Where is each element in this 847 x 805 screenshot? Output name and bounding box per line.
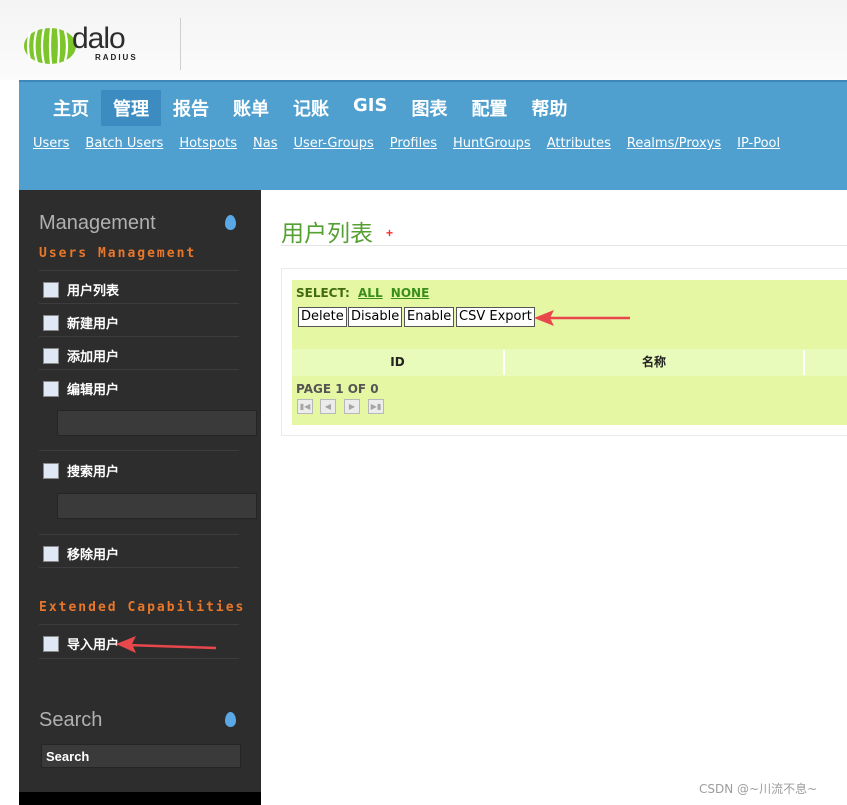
column-header-id[interactable]: ID — [292, 349, 503, 376]
top-menu-item-management[interactable]: 管理 — [101, 90, 161, 126]
submenu-profiles[interactable]: Profiles — [390, 136, 437, 151]
add-user-icon — [43, 314, 59, 331]
page-title: 用户列表 — [281, 221, 373, 247]
top-menu-item-config[interactable]: 配置 — [459, 90, 519, 126]
submenu-users[interactable]: Users — [33, 136, 69, 151]
top-menu-item-reports[interactable]: 报告 — [161, 90, 221, 126]
top-menu-item-billing[interactable]: 账单 — [221, 90, 281, 126]
import-users-icon — [43, 635, 59, 652]
divider — [39, 450, 239, 451]
sidebar-item-import-users[interactable]: 导入用户 — [43, 634, 119, 653]
search-section-title: Search — [39, 709, 103, 731]
add-icon[interactable]: + — [386, 226, 393, 240]
column-divider — [803, 350, 805, 375]
top-menu: 主页 管理 报告 账单 记账 GIS 图表 配置 帮助 — [41, 90, 579, 126]
submenu-batch-users[interactable]: Batch Users — [85, 136, 163, 151]
header: dalo RADIUS — [0, 0, 847, 80]
water-drop-icon — [225, 215, 236, 230]
watermark: CSDN @~川流不息~ — [699, 782, 818, 796]
submenu-hotspots[interactable]: Hotspots — [179, 136, 237, 151]
title-divider — [281, 245, 847, 246]
submenu-realms-proxys[interactable]: Realms/Proxys — [627, 136, 721, 151]
csv-export-button[interactable]: CSV Export — [456, 307, 535, 327]
sidebar-item-user-list[interactable]: 用户列表 — [43, 280, 119, 299]
submenu-huntgroups[interactable]: HuntGroups — [453, 136, 531, 151]
add-user-icon — [43, 347, 59, 364]
top-menu-item-accounting[interactable]: 记账 — [281, 90, 341, 126]
divider — [39, 624, 239, 625]
sidebar-item-search-user[interactable]: 搜索用户 — [43, 461, 119, 480]
submenu-nas[interactable]: Nas — [253, 136, 277, 151]
first-page-icon[interactable]: ▮◀ — [297, 399, 313, 414]
sidebar-item-label: 搜索用户 — [67, 465, 120, 480]
search-user-icon — [43, 462, 59, 479]
water-drop-icon — [225, 712, 236, 727]
column-header-name[interactable]: 名称 — [505, 349, 803, 376]
sidebar-item-label: 添加用户 — [67, 350, 120, 365]
delete-button[interactable]: Delete — [298, 307, 347, 327]
divider — [39, 303, 239, 304]
search-user-input[interactable] — [57, 493, 257, 519]
sidebar-title: Management — [39, 212, 156, 234]
sidebar-item-label: 编辑用户 — [67, 383, 120, 398]
select-none-link[interactable]: NONE — [391, 286, 429, 300]
sidebar-item-edit-user[interactable]: 编辑用户 — [43, 379, 119, 398]
annotation-arrow-icon — [534, 310, 630, 326]
select-controls: SELECT: ALL NONE — [296, 286, 429, 300]
sidebar-item-label: 新建用户 — [67, 317, 120, 332]
submenu-user-groups[interactable]: User-Groups — [293, 136, 373, 151]
top-menu-item-home[interactable]: 主页 — [41, 90, 101, 126]
remove-user-icon — [43, 545, 59, 562]
divider — [39, 369, 239, 370]
sidebar-item-label: 移除用户 — [67, 548, 120, 563]
last-page-icon[interactable]: ▶▮ — [368, 399, 384, 414]
previous-page-icon[interactable]: ◀ — [320, 399, 336, 414]
pager-status: PAGE 1 OF 0 — [296, 382, 379, 396]
disable-button[interactable]: Disable — [348, 307, 403, 327]
sidebar-item-new-user[interactable]: 新建用户 — [43, 313, 119, 332]
edit-user-input[interactable] — [57, 410, 257, 436]
top-menu-item-graphs[interactable]: 图表 — [399, 90, 459, 126]
sub-menu: Users Batch Users Hotspots Nas User-Grou… — [33, 136, 796, 151]
logo-text: dalo — [72, 22, 126, 55]
logo-divider — [180, 18, 181, 70]
enable-button[interactable]: Enable — [404, 307, 455, 327]
top-menu-item-help[interactable]: 帮助 — [519, 90, 579, 126]
edit-user-icon — [43, 380, 59, 397]
divider — [39, 270, 239, 271]
user-list-icon — [43, 281, 59, 298]
divider — [39, 336, 239, 337]
sidebar-search-input[interactable]: Search — [41, 744, 241, 768]
sidebar: Management Users Management 用户列表 新建用户 添加… — [19, 190, 261, 805]
sidebar-item-label: 用户列表 — [67, 284, 120, 299]
annotation-arrow-icon — [116, 636, 217, 653]
section-users-management: Users Management — [39, 246, 197, 261]
logo-subtext: RADIUS — [95, 53, 138, 62]
top-menu-item-gis[interactable]: GIS — [341, 90, 399, 126]
next-page-icon[interactable]: ▶ — [344, 399, 360, 414]
section-extended-capabilities: Extended Capabilities — [39, 600, 246, 615]
divider — [39, 567, 239, 568]
select-label: SELECT: — [296, 286, 350, 300]
sidebar-footer-bar — [19, 792, 261, 805]
submenu-ip-pool[interactable]: IP-Pool — [737, 136, 780, 151]
main-navigation: 主页 管理 报告 账单 记账 GIS 图表 配置 帮助 Users Batch … — [19, 80, 847, 192]
select-all-link[interactable]: ALL — [358, 286, 383, 300]
sidebar-item-remove-user[interactable]: 移除用户 — [43, 544, 119, 563]
sidebar-item-add-user[interactable]: 添加用户 — [43, 346, 119, 365]
submenu-attributes[interactable]: Attributes — [547, 136, 611, 151]
divider — [39, 534, 239, 535]
